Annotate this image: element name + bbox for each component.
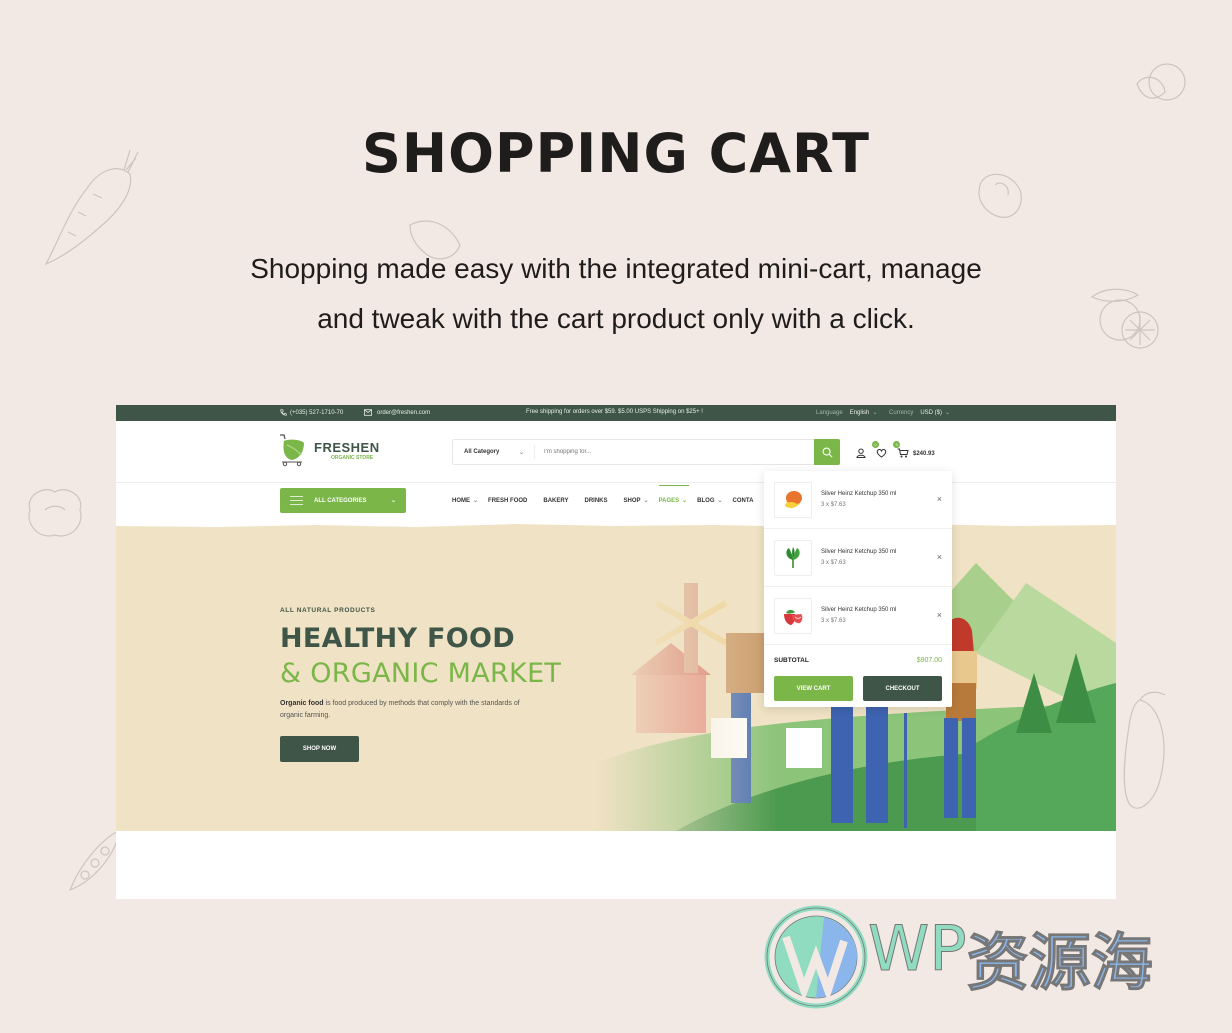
main-nav: HOME ⌄ FRESH FOOD BAKERY DRINKS SHOP ⌄ PAG…: [452, 485, 754, 505]
chevron-down-icon: ⌄: [945, 410, 951, 416]
leaf-cart-logo-icon: [280, 434, 304, 467]
remove-item-icon[interactable]: ×: [937, 495, 942, 504]
search-button[interactable]: [814, 439, 840, 465]
nav-item-pages[interactable]: PAGES ⌄: [658, 485, 689, 504]
logo-name: FRESHEN: [314, 439, 380, 455]
hero-banner: ALL NATURAL PRODUCTS HEALTHY FOOD & ORGA…: [116, 523, 1116, 831]
promo-subtitle-line-1: Shopping made easy with the integrated m…: [250, 253, 982, 284]
nav-item-bakery[interactable]: BAKERY: [543, 497, 568, 504]
mango-icon: [785, 490, 802, 508]
cart-button[interactable]: 3: [893, 441, 909, 463]
subtotal-value: $907.00: [916, 657, 942, 664]
mini-cart-dropdown: Silver Heinz Ketchup 350 ml 3 x $7.63 × …: [764, 471, 952, 707]
hero-content: ALL NATURAL PRODUCTS HEALTHY FOOD & ORGA…: [280, 607, 561, 762]
cart-item-quantity: 3 x $7.63: [821, 560, 846, 566]
site-header: FRESHEN ORGANIC STORE All Category ⌄ 0: [116, 421, 1116, 483]
hero-title-line-2: & ORGANIC MARKET: [280, 658, 562, 689]
promo-title: SHOPPING CART: [362, 122, 870, 185]
nav-item-fresh-food[interactable]: FRESH FOOD: [488, 497, 527, 504]
hero-eyebrow: ALL NATURAL PRODUCTS: [280, 607, 376, 614]
watermark: WP 资源海: [764, 905, 1153, 1009]
chevron-down-icon: ⌄: [643, 498, 649, 504]
cart-item-name[interactable]: Silver Heinz Ketchup 350 ml: [821, 549, 896, 555]
strawberry-icon: [784, 609, 803, 625]
topbar-phone[interactable]: (+035) 527-1710-70: [280, 409, 343, 416]
cart-actions: VIEW CART CHECKOUT: [764, 664, 952, 701]
navigation-row: ALL CATEGORIES ⌄ HOME ⌄ FRESH FOOD BAKERY…: [116, 483, 1116, 519]
cart-item: Silver Heinz Ketchup 350 ml 3 x $7.63 ×: [764, 587, 952, 645]
hero-description: Organic food is food produced by methods…: [280, 700, 520, 719]
currency-selector[interactable]: Currency USD ($) ⌄: [889, 409, 951, 417]
topbar: (+035) 527-1710-70 order@freshen.com Fre…: [116, 405, 1116, 421]
website-mockup: (+035) 527-1710-70 order@freshen.com Fre…: [116, 405, 1116, 899]
hero-title-line-1: HEALTHY FOOD: [280, 623, 515, 654]
all-categories-button[interactable]: ALL CATEGORIES ⌄: [280, 488, 406, 513]
chevron-down-icon: ⌄: [473, 498, 479, 504]
hamburger-menu-icon: [290, 496, 303, 505]
watermark-text: WP 资源海: [868, 912, 1154, 1000]
orange-sketch-icon: [1136, 63, 1186, 101]
chevron-down-icon: ⌄: [872, 410, 878, 416]
wishlist-count-badge: 0: [872, 441, 879, 448]
promo-subtitle: Shopping made easy with the integrated m…: [0, 244, 1232, 344]
cart-item: Silver Heinz Ketchup 350 ml 3 x $7.63 ×: [764, 471, 952, 529]
search-bar: All Category ⌄: [452, 439, 840, 465]
logo-tagline: ORGANIC STORE: [331, 454, 374, 461]
remove-item-icon[interactable]: ×: [937, 553, 942, 562]
nav-item-contact[interactable]: CONTA: [733, 497, 754, 504]
logo[interactable]: FRESHEN ORGANIC STORE: [278, 433, 380, 467]
pepper-sketch-icon: [1123, 691, 1166, 809]
torn-paper-edge: [116, 523, 1116, 527]
cart-subtotal: SUBTOTAL $907.00: [764, 645, 952, 664]
cart-item-quantity: 3 x $7.63: [821, 502, 846, 508]
chevron-down-icon: ⌄: [682, 498, 688, 504]
cart-item-name[interactable]: Silver Heinz Ketchup 350 ml: [821, 607, 896, 613]
checkout-button[interactable]: CHECKOUT: [863, 676, 942, 701]
wishlist-button[interactable]: 0: [872, 441, 887, 463]
product-thumbnail[interactable]: [774, 597, 812, 634]
account-button[interactable]: [856, 445, 866, 463]
user-icon: [856, 448, 866, 458]
language-selector[interactable]: Language English ⌄: [816, 409, 878, 417]
chevron-down-icon: ⌄: [390, 498, 396, 504]
nav-item-blog[interactable]: BLOG ⌄: [697, 497, 723, 505]
envelope-icon: [364, 409, 372, 416]
nav-item-shop[interactable]: SHOP ⌄: [624, 497, 649, 505]
category-select[interactable]: All Category ⌄: [453, 445, 535, 459]
wordpress-logo-icon: [764, 905, 868, 1009]
topbar-email[interactable]: order@freshen.com: [364, 409, 430, 416]
cart-item: Silver Heinz Ketchup 350 ml 3 x $7.63 ×: [764, 529, 952, 587]
view-cart-button[interactable]: VIEW CART: [774, 676, 853, 701]
cart-item-quantity: 3 x $7.63: [821, 618, 846, 624]
chevron-down-icon: ⌄: [518, 449, 524, 456]
header-actions: 0 3 $240.93: [856, 441, 935, 463]
search-input[interactable]: [535, 449, 814, 455]
cauliflower-sketch-icon: [28, 489, 82, 537]
cart-count-badge: 3: [893, 441, 900, 448]
cart-item-name[interactable]: Silver Heinz Ketchup 350 ml: [821, 491, 896, 497]
product-thumbnail[interactable]: [774, 481, 812, 518]
search-icon: [822, 447, 832, 457]
phone-icon: [280, 409, 287, 416]
subtotal-label: SUBTOTAL: [774, 657, 809, 664]
shipping-notice: Free shipping for orders over $59. $5.00…: [526, 409, 703, 415]
shop-now-button[interactable]: SHOP NOW: [280, 736, 359, 762]
product-thumbnail[interactable]: [774, 539, 812, 576]
cart-total: $240.93: [913, 451, 935, 457]
spinach-icon: [786, 546, 800, 568]
nav-item-home[interactable]: HOME ⌄: [452, 497, 479, 505]
chevron-down-icon: ⌄: [717, 498, 723, 504]
remove-item-icon[interactable]: ×: [937, 611, 942, 620]
nav-item-drinks[interactable]: DRINKS: [585, 497, 608, 504]
cart-icon: [897, 448, 909, 458]
heart-icon: [876, 448, 887, 458]
promo-subtitle-line-2: and tweak with the cart product only wit…: [317, 303, 915, 334]
